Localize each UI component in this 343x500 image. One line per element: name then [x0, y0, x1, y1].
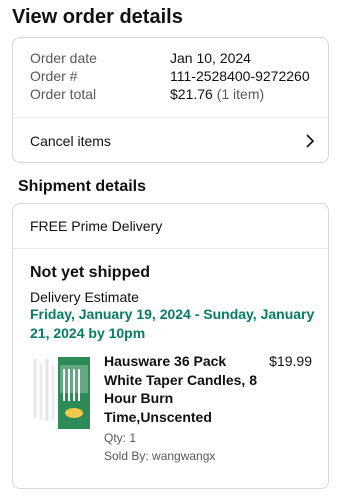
chevron-right-icon	[306, 134, 315, 148]
order-total-value: $21.76 (1 item)	[170, 85, 264, 104]
order-number-value: 111-2528400-9272260	[170, 68, 310, 84]
delivery-type: FREE Prime Delivery	[30, 218, 163, 234]
order-summary-card: Order date Jan 10, 2024 Order # 111-2528…	[12, 37, 329, 163]
order-number-row: Order # 111-2528400-9272260	[30, 67, 310, 86]
page-title: View order details	[12, 6, 183, 28]
order-date-label: Order date	[30, 50, 97, 66]
shipment-divider	[13, 248, 328, 249]
order-item-count: (1 item)	[216, 86, 265, 102]
taper-candles-product-image[interactable]	[30, 355, 92, 431]
cancel-items-label: Cancel items	[30, 133, 111, 149]
order-date-value: Jan 10, 2024	[170, 50, 251, 66]
order-number-label: Order #	[30, 68, 78, 84]
product-seller: Sold By: wangwangx	[104, 449, 216, 463]
delivery-estimate-value: Friday, January 19, 2024 - Sunday, Janua…	[30, 306, 315, 341]
shipment-status: Not yet shipped	[30, 264, 151, 281]
shipment-section-title: Shipment details	[18, 178, 147, 195]
product-price: $19.99	[269, 353, 312, 369]
cancel-items-button[interactable]: Cancel items	[13, 118, 328, 164]
order-total-row: Order total $21.76 (1 item)	[30, 85, 264, 104]
product-title-link[interactable]: Hausware 36 Pack White Taper Candles, 8 …	[104, 352, 264, 426]
order-total-label: Order total	[30, 86, 97, 102]
order-date-row: Order date Jan 10, 2024	[30, 49, 251, 68]
order-total-amount: $21.76	[170, 86, 213, 102]
delivery-estimate-label: Delivery Estimate	[30, 289, 139, 305]
shipment-card: FREE Prime Delivery Not yet shipped Deli…	[12, 203, 329, 489]
product-quantity: Qty: 1	[104, 431, 137, 445]
